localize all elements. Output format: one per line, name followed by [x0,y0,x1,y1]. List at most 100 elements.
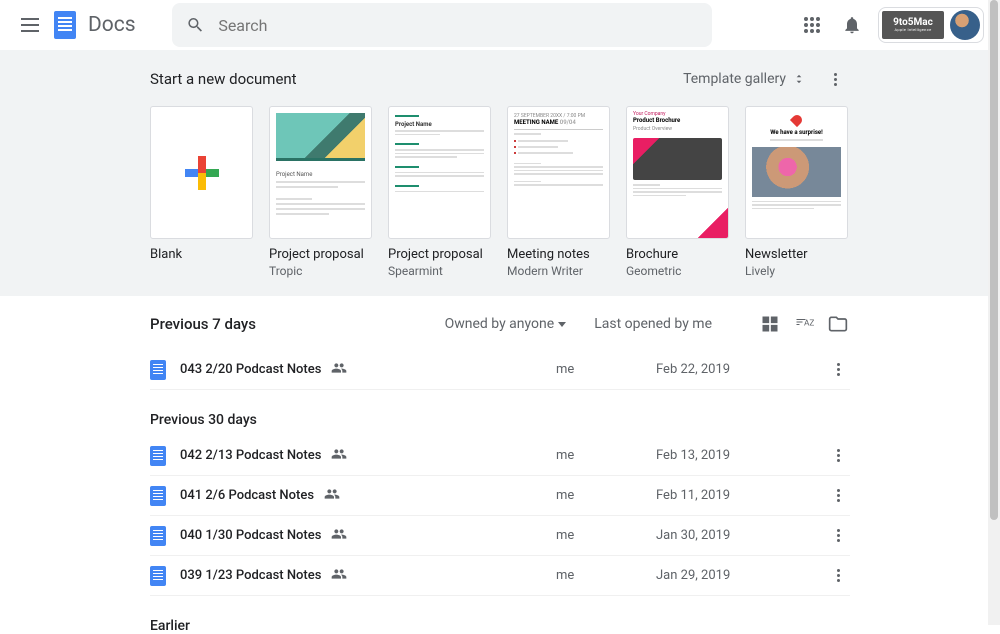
more-vert-icon [837,363,840,376]
template-newsletter: We have a surprise! Newsletter Lively [745,106,848,278]
template-name: Meeting notes [507,247,610,262]
doc-more-button[interactable] [826,569,850,582]
template-spearmint: Project Name Project proposal Spearmint [388,106,491,278]
app-name: Docs [88,13,136,37]
google-apps-button[interactable] [792,5,832,45]
template-thumb-newsletter[interactable]: We have a surprise! [745,106,848,239]
group-title: Earlier [150,618,850,634]
template-name: Project proposal [269,247,372,262]
doc-name: 042 2/13 Podcast Notes [180,448,321,463]
doc-file-icon [150,526,166,546]
document-row[interactable]: 039 1/23 Podcast Notes meJan 29, 2019 [150,556,850,596]
doc-more-button[interactable] [826,489,850,502]
templates-section: Start a new document Template gallery Bl… [0,50,1000,296]
unfold-icon [792,72,806,86]
templates-row: Blank Project Name Project proposal Trop… [150,106,850,278]
shared-icon [331,566,347,586]
search-icon [186,15,205,35]
doc-name: 040 1/30 Podcast Notes [180,528,321,543]
owner-filter[interactable]: Owned by anyone [445,316,567,332]
template-subname: Spearmint [388,264,491,278]
doc-date: Feb 22, 2019 [656,362,826,377]
doc-file-icon [150,446,166,466]
search-container [172,3,712,47]
template-thumb-tropic[interactable]: Project Name [269,106,372,239]
search-box[interactable] [172,3,712,47]
document-row[interactable]: 041 2/6 Podcast NotesmeFeb 11, 2019 [150,476,850,516]
account-switcher[interactable]: 9to5Mac Apple Intelligence [878,7,984,43]
doc-name: 043 2/20 Podcast Notes [180,362,321,377]
document-row[interactable]: 040 1/30 Podcast Notes meJan 30, 2019 [150,516,850,556]
templates-more-button[interactable] [820,64,850,94]
document-row[interactable]: 042 2/13 Podcast Notes meFeb 13, 2019 [150,436,850,476]
docs-logo-icon [54,11,76,39]
doc-date: Jan 30, 2019 [656,528,826,543]
templates-header: Start a new document Template gallery [150,64,850,94]
template-gallery-label: Template gallery [683,71,786,87]
more-vert-icon [834,73,837,86]
notifications-button[interactable] [832,5,872,45]
doc-owner: me [556,362,656,377]
list-controls: Owned by anyone Last opened by me AZ [445,312,850,336]
shared-icon [331,360,347,380]
template-thumb-blank[interactable] [150,106,253,239]
template-thumb-meeting[interactable]: 27 SEPTEMBER 20XX / 7:00 PMMEETING NAME … [507,106,610,239]
more-vert-icon [837,489,840,502]
main-menu-button[interactable] [10,5,50,45]
template-name: Brochure [626,247,729,262]
grid-view-button[interactable] [758,312,782,336]
scrollbar-thumb[interactable] [990,0,998,520]
owner-filter-label: Owned by anyone [445,316,555,332]
folder-icon [828,314,848,334]
open-picker-button[interactable] [826,312,850,336]
sort-az-button[interactable]: AZ [792,312,816,336]
sort-label: Last opened by me [594,316,712,332]
template-thumb-brochure[interactable]: Your CompanyProduct Brochure Product Ove… [626,106,729,239]
documents-header: Previous 7 days Owned by anyone Last ope… [150,312,850,336]
app-header: Docs 9to5Mac Apple Intelligence [0,0,1000,50]
shared-icon [324,486,340,506]
doc-file-icon [150,566,166,586]
template-name: Newsletter [745,247,848,262]
doc-name: 041 2/6 Podcast Notes [180,488,314,503]
doc-date: Jan 29, 2019 [656,568,826,583]
template-subname: Geometric [626,264,729,278]
template-subname: Lively [745,264,848,278]
doc-owner: me [556,528,656,543]
more-vert-icon [837,529,840,542]
scrollbar[interactable] [988,0,1000,625]
caret-down-icon [558,322,566,327]
template-brochure: Your CompanyProduct Brochure Product Ove… [626,106,729,278]
documents-section: Previous 7 days Owned by anyone Last ope… [0,296,1000,634]
doc-date: Feb 11, 2019 [656,488,826,503]
more-vert-icon [837,449,840,462]
grid-icon [760,314,780,334]
template-thumb-spearmint[interactable]: Project Name [388,106,491,239]
template-gallery-toggle[interactable]: Template gallery [683,71,806,87]
doc-name: 039 1/23 Podcast Notes [180,568,321,583]
docs-home-link[interactable]: Docs [54,11,136,39]
search-input[interactable] [218,16,697,35]
template-tropic: Project Name Project proposal Tropic [269,106,372,278]
templates-heading: Start a new document [150,70,297,88]
partner-brand-logo: 9to5Mac Apple Intelligence [882,11,944,39]
template-blank: Blank [150,106,253,278]
doc-date: Feb 13, 2019 [656,448,826,463]
template-meeting: 27 SEPTEMBER 20XX / 7:00 PMMEETING NAME … [507,106,610,278]
group-title: Previous 30 days [150,412,850,428]
template-subname: Tropic [269,264,372,278]
document-row[interactable]: 043 2/20 Podcast Notes meFeb 22, 2019 [150,350,850,390]
more-vert-icon [837,569,840,582]
group-title: Previous 7 days [150,315,256,333]
shared-icon [331,526,347,546]
doc-more-button[interactable] [826,529,850,542]
plus-icon [185,156,219,190]
doc-more-button[interactable] [826,363,850,376]
hamburger-icon [21,18,39,32]
svg-text:AZ: AZ [804,319,814,329]
user-avatar [950,10,980,40]
doc-owner: me [556,568,656,583]
doc-owner: me [556,448,656,463]
template-name: Blank [150,247,253,262]
doc-more-button[interactable] [826,449,850,462]
